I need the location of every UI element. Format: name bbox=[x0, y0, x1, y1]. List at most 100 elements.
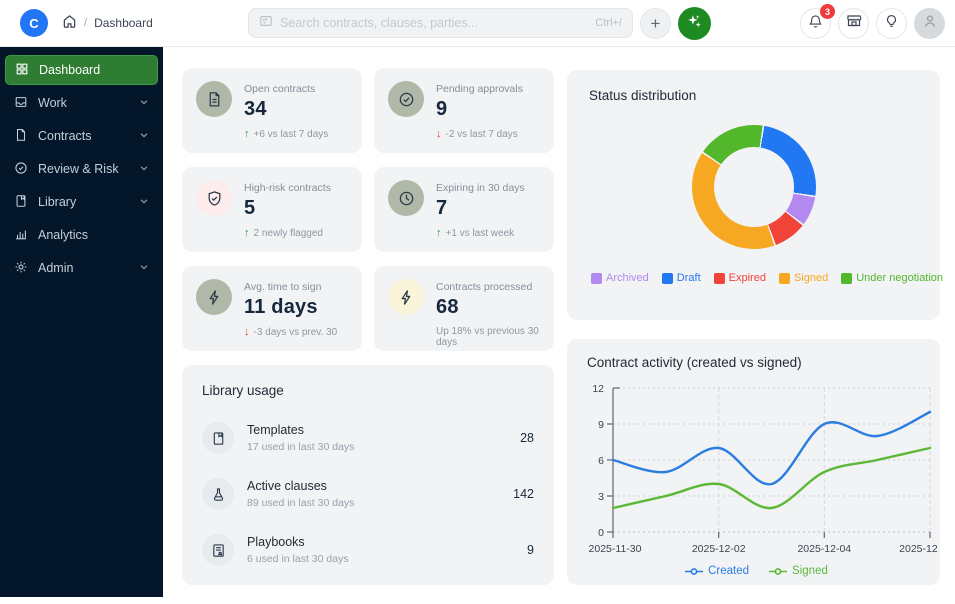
storefront-icon bbox=[846, 13, 862, 34]
tips-button[interactable] bbox=[876, 8, 907, 39]
notification-badge: 3 bbox=[820, 4, 835, 19]
library-usage-title: Library usage bbox=[202, 383, 284, 398]
y-tick-label: 3 bbox=[598, 491, 604, 503]
sidebar-item-admin[interactable]: Admin bbox=[5, 253, 158, 283]
x-tick-label: 2025-12-02 bbox=[692, 543, 746, 555]
stat-label: Expiring in 30 days bbox=[436, 182, 525, 194]
stat-value: 5 bbox=[244, 197, 256, 219]
stat-delta: -2 vs last 7 days bbox=[445, 128, 518, 140]
chevron-down-icon bbox=[139, 261, 149, 275]
library-item-count: 9 bbox=[527, 543, 534, 557]
command-search-icon bbox=[259, 14, 273, 33]
contract-activity-card: Contract activity (created vs signed) 12… bbox=[567, 339, 953, 585]
app-logo[interactable]: C bbox=[20, 9, 48, 37]
y-tick-label: 6 bbox=[598, 455, 604, 467]
legend-label: Archived bbox=[606, 272, 649, 284]
stat-value: 9 bbox=[436, 98, 448, 120]
sidebar-item-label: Contracts bbox=[38, 129, 92, 143]
stat-label: Pending approvals bbox=[436, 83, 523, 95]
x-tick-label: 2025-12-06 bbox=[899, 543, 938, 555]
ai-assistant-button[interactable] bbox=[678, 7, 711, 40]
clock-icon bbox=[388, 180, 424, 216]
legend-label: Created bbox=[708, 565, 750, 577]
user-menu-button[interactable] bbox=[914, 8, 945, 39]
home-icon[interactable] bbox=[62, 14, 77, 32]
add-button[interactable]: + bbox=[640, 8, 671, 39]
document-icon bbox=[14, 128, 28, 145]
chevron-down-icon bbox=[139, 129, 149, 143]
zap-icon bbox=[388, 279, 424, 315]
breadcrumb-page[interactable]: Dashboard bbox=[94, 16, 153, 30]
stat-label: High-risk contracts bbox=[244, 182, 331, 194]
stat-card-pending-approvals: Pending approvals 9 ↓ -2 vs last 7 days bbox=[374, 68, 554, 153]
trend-down-icon: ↓ bbox=[436, 128, 442, 140]
stat-delta: -3 days vs prev. 30 bbox=[253, 326, 338, 338]
library-item-name: Playbooks bbox=[247, 535, 305, 549]
stat-label: Contracts processed bbox=[436, 281, 533, 293]
bar-chart-icon bbox=[14, 227, 28, 244]
status-donut-chart bbox=[691, 125, 816, 249]
sidebar-item-label: Review & Risk bbox=[38, 162, 119, 176]
legend-label: Signed bbox=[792, 565, 828, 577]
stat-value: 34 bbox=[244, 98, 267, 120]
sidebar-item-dashboard[interactable]: Dashboard bbox=[5, 55, 158, 85]
stat-delta: 2 newly flagged bbox=[253, 227, 324, 239]
marketplace-button[interactable] bbox=[838, 8, 869, 39]
stat-card-high-risk: High-risk contracts 5 ↑ 2 newly flagged bbox=[182, 167, 362, 252]
check-circle-icon bbox=[388, 81, 424, 117]
stat-card-open-contracts: Open contracts 34 ↑ +6 vs last 7 days bbox=[182, 68, 362, 153]
sidebar-item-review-risk[interactable]: Review & Risk bbox=[5, 154, 158, 184]
sidebar-item-label: Admin bbox=[38, 261, 74, 275]
legend-item-signed: Signed bbox=[778, 272, 829, 284]
user-avatar-icon bbox=[922, 13, 938, 34]
sidebar-item-library[interactable]: Library bbox=[5, 187, 158, 217]
legend-swatch bbox=[841, 272, 853, 284]
legend-label: Signed bbox=[793, 272, 829, 284]
donut-hole bbox=[713, 147, 794, 227]
playbook-icon bbox=[202, 534, 234, 566]
stat-label: Avg. time to sign bbox=[244, 281, 322, 293]
global-search[interactable]: Ctrl+/ bbox=[248, 8, 633, 38]
stat-value: 68 bbox=[436, 296, 459, 318]
chevron-down-icon bbox=[139, 96, 149, 110]
activity-line-chart: 12 9 6 3 0 2025-11-30 2025-12-02 2025-12… bbox=[589, 383, 953, 555]
trend-down-icon: ↓ bbox=[244, 326, 250, 338]
stat-value: 11 days bbox=[244, 296, 318, 318]
status-distribution-title: Status distribution bbox=[589, 88, 697, 103]
activity-legend: Created Signed bbox=[581, 565, 932, 577]
lightbulb-icon bbox=[884, 14, 899, 34]
signed-line bbox=[611, 446, 932, 510]
status-distribution-card: Status distribution Archived Draft Expir… bbox=[567, 70, 943, 320]
stat-label: Open contracts bbox=[244, 83, 316, 95]
top-header: C / Dashboard Ctrl+/ + 3 bbox=[0, 0, 955, 47]
stat-card-avg-time: Avg. time to sign 11 days ↓ -3 days vs pr… bbox=[182, 266, 362, 351]
y-tick-label: 12 bbox=[592, 383, 604, 395]
library-item-count: 28 bbox=[520, 431, 534, 445]
legend-swatch bbox=[661, 272, 673, 284]
library-item-sub: 89 used in last 30 days bbox=[247, 497, 355, 509]
sidebar-item-label: Analytics bbox=[38, 228, 89, 242]
grid-icon bbox=[15, 62, 29, 79]
sidebar-item-label: Dashboard bbox=[39, 63, 101, 77]
library-row-playbooks: Playbooks 6 used in last 30 days 9 bbox=[202, 534, 534, 566]
file-text-icon bbox=[196, 81, 232, 117]
line-marker-icon bbox=[685, 567, 704, 575]
legend-item-under-negotiation: Under negotiation bbox=[841, 272, 943, 284]
bell-icon bbox=[808, 14, 823, 34]
library-row-templates: Templates 17 used in last 30 days 28 bbox=[202, 422, 534, 454]
trend-up-icon: ↑ bbox=[244, 128, 250, 140]
sidebar-item-analytics[interactable]: Analytics bbox=[5, 220, 158, 250]
library-row-active-clauses: Active clauses 89 used in last 30 days 1… bbox=[202, 478, 534, 510]
legend-item-signed: Signed bbox=[769, 565, 828, 577]
sparkles-icon bbox=[686, 13, 703, 35]
legend-label: Draft bbox=[676, 272, 701, 284]
legend-swatch bbox=[591, 272, 602, 284]
sidebar-item-contracts[interactable]: Contracts bbox=[5, 121, 158, 151]
trend-up-icon: ↑ bbox=[244, 227, 250, 239]
contract-activity-title: Contract activity (created vs signed) bbox=[587, 355, 802, 370]
library-item-sub: 6 used in last 30 days bbox=[247, 553, 349, 565]
search-input[interactable] bbox=[280, 16, 589, 30]
x-tick-label: 2025-12-04 bbox=[797, 543, 851, 555]
notifications-button[interactable]: 3 bbox=[800, 4, 835, 39]
sidebar-item-work[interactable]: Work bbox=[5, 88, 158, 118]
